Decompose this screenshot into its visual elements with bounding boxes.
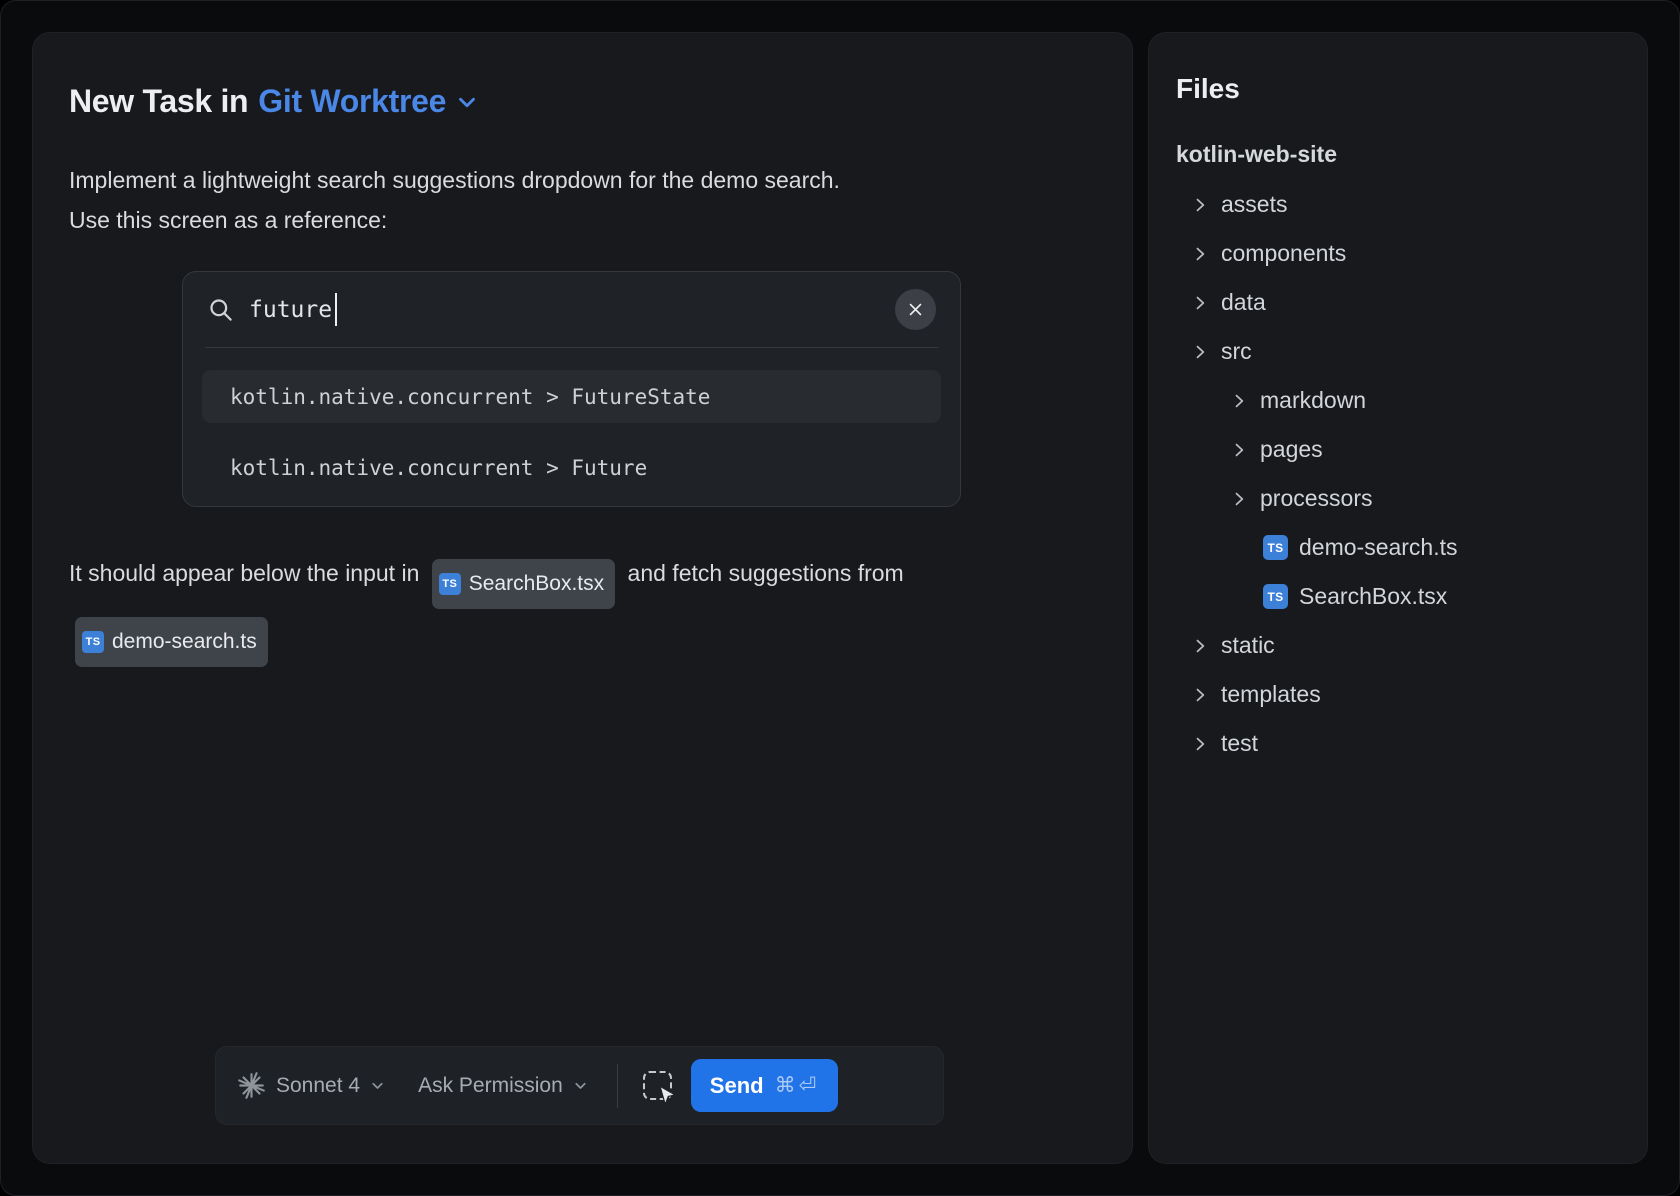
- tree-item-label: src: [1221, 338, 1252, 365]
- file-chip-label: demo-search.ts: [112, 620, 257, 664]
- tree-item-label: components: [1221, 240, 1346, 267]
- suggestion-item[interactable]: kotlin.native.concurrent > Future: [202, 441, 941, 494]
- tree-item-label: processors: [1260, 485, 1372, 512]
- chevron-down-icon: [572, 1077, 589, 1094]
- element-picker-button[interactable]: [643, 1071, 672, 1100]
- chevron-right-icon: [1190, 342, 1210, 362]
- file-chip-demo-search[interactable]: TS demo-search.ts: [75, 617, 268, 667]
- tree-item-folder[interactable]: markdown: [1176, 376, 1620, 425]
- composer-toolbar: Sonnet 4 Ask Permission Send: [215, 1046, 944, 1125]
- tree-item-folder[interactable]: pages: [1176, 425, 1620, 474]
- tree-item-label: pages: [1260, 436, 1323, 463]
- divider: [617, 1064, 618, 1108]
- files-panel: Files kotlin-web-site assets components …: [1148, 32, 1648, 1164]
- task-description-line2: Use this screen as a reference:: [69, 200, 1096, 240]
- tree-item-folder[interactable]: components: [1176, 229, 1620, 278]
- text-caret: [335, 293, 337, 326]
- close-icon: [907, 301, 924, 318]
- tree-item-label: demo-search.ts: [1299, 534, 1458, 561]
- search-query-text: future: [249, 297, 332, 323]
- tree-item-folder[interactable]: assets: [1176, 180, 1620, 229]
- tree-item-folder[interactable]: templates: [1176, 670, 1620, 719]
- tree-item-folder[interactable]: test: [1176, 719, 1620, 768]
- tree-item-file[interactable]: TS demo-search.ts: [1176, 523, 1620, 572]
- tree-item-file[interactable]: TS SearchBox.tsx: [1176, 572, 1620, 621]
- tree-item-folder[interactable]: data: [1176, 278, 1620, 327]
- worktree-selector[interactable]: Git Worktree: [258, 83, 480, 120]
- tree-root-label[interactable]: kotlin-web-site: [1176, 141, 1620, 168]
- chevron-down-icon: [369, 1077, 386, 1094]
- suggestion-item[interactable]: kotlin.native.concurrent > FutureState: [202, 370, 941, 423]
- new-task-panel: New Task in Git Worktree Implement a lig…: [32, 32, 1133, 1164]
- title-prefix: New Task in: [69, 83, 248, 120]
- task-note: It should appear below the input in TS Se…: [69, 551, 989, 667]
- chevron-right-icon: [1190, 636, 1210, 656]
- model-selector[interactable]: Sonnet 4: [276, 1074, 386, 1098]
- note-part1: It should appear below the input in: [69, 560, 419, 586]
- send-button[interactable]: Send ⌘⏎: [691, 1059, 838, 1112]
- typescript-icon: TS: [1263, 584, 1288, 609]
- tree-item-folder[interactable]: processors: [1176, 474, 1620, 523]
- cursor-icon: [657, 1085, 677, 1105]
- chevron-right-icon: [1190, 734, 1210, 754]
- tree-item-label: markdown: [1260, 387, 1366, 414]
- clear-search-button[interactable]: [895, 289, 936, 330]
- task-description: Implement a lightweight search suggestio…: [69, 160, 1096, 240]
- file-tree: assets components data src markdown page…: [1176, 180, 1620, 768]
- chevron-right-icon: [1229, 440, 1249, 460]
- search-input[interactable]: future: [249, 293, 337, 326]
- task-description-line1: Implement a lightweight search suggestio…: [69, 160, 1096, 200]
- file-chip-label: SearchBox.tsx: [469, 562, 604, 606]
- chevron-right-icon: [1190, 195, 1210, 215]
- tree-item-label: test: [1221, 730, 1258, 757]
- tree-item-folder[interactable]: static: [1176, 621, 1620, 670]
- typescript-icon: TS: [1263, 535, 1288, 560]
- page-title: New Task in Git Worktree: [69, 83, 1096, 120]
- send-shortcut: ⌘⏎: [775, 1073, 820, 1098]
- app-window: New Task in Git Worktree Implement a lig…: [0, 0, 1680, 1196]
- chevron-right-icon: [1190, 685, 1210, 705]
- chevron-right-icon: [1229, 391, 1249, 411]
- model-label: Sonnet 4: [276, 1074, 360, 1098]
- search-input-row[interactable]: future: [183, 272, 960, 347]
- permission-label: Ask Permission: [418, 1074, 563, 1098]
- tree-item-folder[interactable]: src: [1176, 327, 1620, 376]
- tree-item-label: static: [1221, 632, 1275, 659]
- permission-selector[interactable]: Ask Permission: [418, 1074, 589, 1098]
- file-chip-searchbox[interactable]: TS SearchBox.tsx: [432, 559, 615, 609]
- tree-item-label: SearchBox.tsx: [1299, 583, 1447, 610]
- chevron-right-icon: [1229, 489, 1249, 509]
- tree-item-label: data: [1221, 289, 1266, 316]
- send-label: Send: [710, 1073, 764, 1099]
- typescript-icon: TS: [82, 631, 104, 653]
- tree-item-label: templates: [1221, 681, 1321, 708]
- search-reference-card: future kotlin.native.concurrent > Future…: [182, 271, 961, 507]
- spark-model-icon: [238, 1072, 265, 1099]
- files-panel-title: Files: [1176, 73, 1620, 105]
- search-icon: [207, 296, 234, 323]
- chevron-down-icon: [454, 89, 480, 115]
- tree-item-label: assets: [1221, 191, 1287, 218]
- note-part2: and fetch suggestions from: [628, 560, 904, 586]
- worktree-label: Git Worktree: [258, 83, 446, 120]
- chevron-right-icon: [1190, 293, 1210, 313]
- chevron-right-icon: [1190, 244, 1210, 264]
- suggestions-list: kotlin.native.concurrent > FutureState k…: [183, 348, 960, 506]
- typescript-icon: TS: [439, 573, 461, 595]
